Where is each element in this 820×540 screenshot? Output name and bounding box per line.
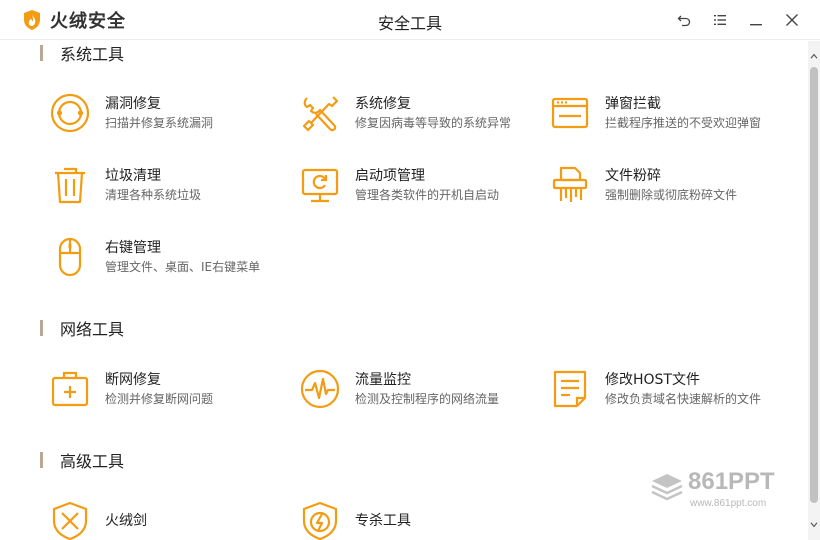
sword-shield-icon: [48, 499, 92, 540]
menu-button[interactable]: [709, 10, 731, 30]
tool-name: 流量监控: [355, 372, 411, 388]
menu-icon: [714, 15, 726, 25]
lightning-shield-icon: [298, 499, 342, 540]
tool-description: 强制删除或彻底粉碎文件: [605, 188, 738, 202]
watermark-text: 861PPT: [688, 468, 775, 495]
tool-special-kill[interactable]: 专杀工具: [290, 497, 530, 540]
pulse-monitor-icon: [298, 367, 342, 411]
popup-window-icon: [548, 91, 592, 135]
section-marker: [40, 45, 43, 61]
first-aid-kit-icon: [48, 367, 92, 411]
tools-content: 系统工具 漏洞修复 扫描并修复系统漏洞 系统修复 修复因病毒等导致的系统异常 弹…: [0, 41, 808, 540]
tool-host-edit[interactable]: 修改HOST文件 修改负责域名快速解析的文件: [540, 365, 780, 413]
tool-context-menu[interactable]: 右键管理 管理文件、桌面、IE右键菜单: [40, 233, 280, 281]
tool-name: 断网修复: [105, 372, 161, 388]
tool-description: 检测及控制程序的网络流量: [355, 392, 500, 406]
tool-network-fix[interactable]: 断网修复 检测并修复断网问题: [40, 365, 280, 413]
tool-popup-block[interactable]: 弹窗拦截 拦截程序推送的不受欢迎弹窗: [540, 89, 780, 137]
tool-vulnerability-fix[interactable]: 漏洞修复 扫描并修复系统漏洞: [40, 89, 280, 137]
tool-description: 扫描并修复系统漏洞: [105, 116, 214, 130]
section-marker: [40, 452, 43, 468]
tool-name: 修改HOST文件: [605, 372, 700, 388]
vertical-scrollbar[interactable]: [808, 41, 820, 540]
tool-name: 系统修复: [355, 96, 411, 112]
scroll-thumb[interactable]: [810, 67, 818, 503]
window-title: 安全工具: [377, 14, 442, 33]
tool-description: 清理各种系统垃圾: [105, 188, 202, 202]
section-advanced-tools: 高级工具: [40, 450, 125, 471]
tool-description: 拦截程序推送的不受欢迎弹窗: [605, 116, 762, 130]
tool-description: 修复因病毒等导致的系统异常: [355, 116, 512, 130]
section-network-tools: 网络工具: [40, 318, 125, 339]
tool-junk-clean[interactable]: 垃圾清理 清理各种系统垃圾: [40, 161, 280, 209]
tool-name: 文件粉碎: [605, 168, 661, 184]
tool-description: 管理各类软件的开机自启动: [355, 188, 500, 202]
vulnerability-fix-icon: [48, 91, 92, 135]
back-button[interactable]: [673, 10, 695, 30]
tool-description: 管理文件、桌面、IE右键菜单: [105, 260, 261, 274]
stack-logo-icon: [651, 474, 683, 501]
tool-name: 专杀工具: [355, 513, 411, 529]
watermark-url: www.861ppt.com: [690, 498, 767, 509]
tool-file-shred[interactable]: 文件粉碎 强制删除或彻底粉碎文件: [540, 161, 780, 209]
tool-name: 垃圾清理: [105, 168, 161, 184]
tool-startup-manager[interactable]: 启动项管理 管理各类软件的开机自启动: [290, 161, 530, 209]
section-title: 高级工具: [60, 452, 125, 471]
section-system-tools: 系统工具: [40, 43, 125, 64]
minimize-button[interactable]: [745, 10, 767, 30]
section-marker: [40, 320, 43, 336]
section-title: 网络工具: [60, 320, 125, 339]
title-bar: 火绒安全 安全工具: [0, 0, 820, 40]
document-edit-icon: [548, 367, 592, 411]
tool-description: 检测并修复断网问题: [105, 392, 214, 406]
chevron-down-icon: [810, 522, 818, 528]
tool-name: 弹窗拦截: [605, 96, 661, 112]
close-icon: [786, 14, 798, 26]
section-title: 系统工具: [60, 45, 125, 64]
trash-can-icon: [48, 163, 92, 207]
tool-description: 修改负责域名快速解析的文件: [605, 392, 762, 406]
mouse-icon: [48, 235, 92, 279]
tool-traffic-monitor[interactable]: 流量监控 检测及控制程序的网络流量: [290, 365, 530, 413]
close-button[interactable]: [781, 10, 803, 30]
monitor-refresh-icon: [298, 163, 342, 207]
chevron-up-icon: [810, 53, 818, 59]
tool-name: 启动项管理: [355, 168, 425, 184]
minimize-icon: [750, 24, 762, 26]
back-arrow-icon: [677, 15, 691, 27]
scroll-up-button[interactable]: [808, 49, 820, 63]
tool-name: 漏洞修复: [105, 96, 161, 112]
tool-system-repair[interactable]: 系统修复 修复因病毒等导致的系统异常: [290, 89, 530, 137]
watermark: 861PPT www.861ppt.com: [650, 468, 810, 512]
tool-name: 右键管理: [105, 240, 161, 256]
tool-huorong-sword[interactable]: 火绒剑: [40, 497, 280, 540]
scroll-down-button[interactable]: [808, 518, 820, 532]
wrench-screwdriver-icon: [298, 91, 342, 135]
tool-name: 火绒剑: [105, 513, 147, 529]
file-shredder-icon: [548, 163, 592, 207]
